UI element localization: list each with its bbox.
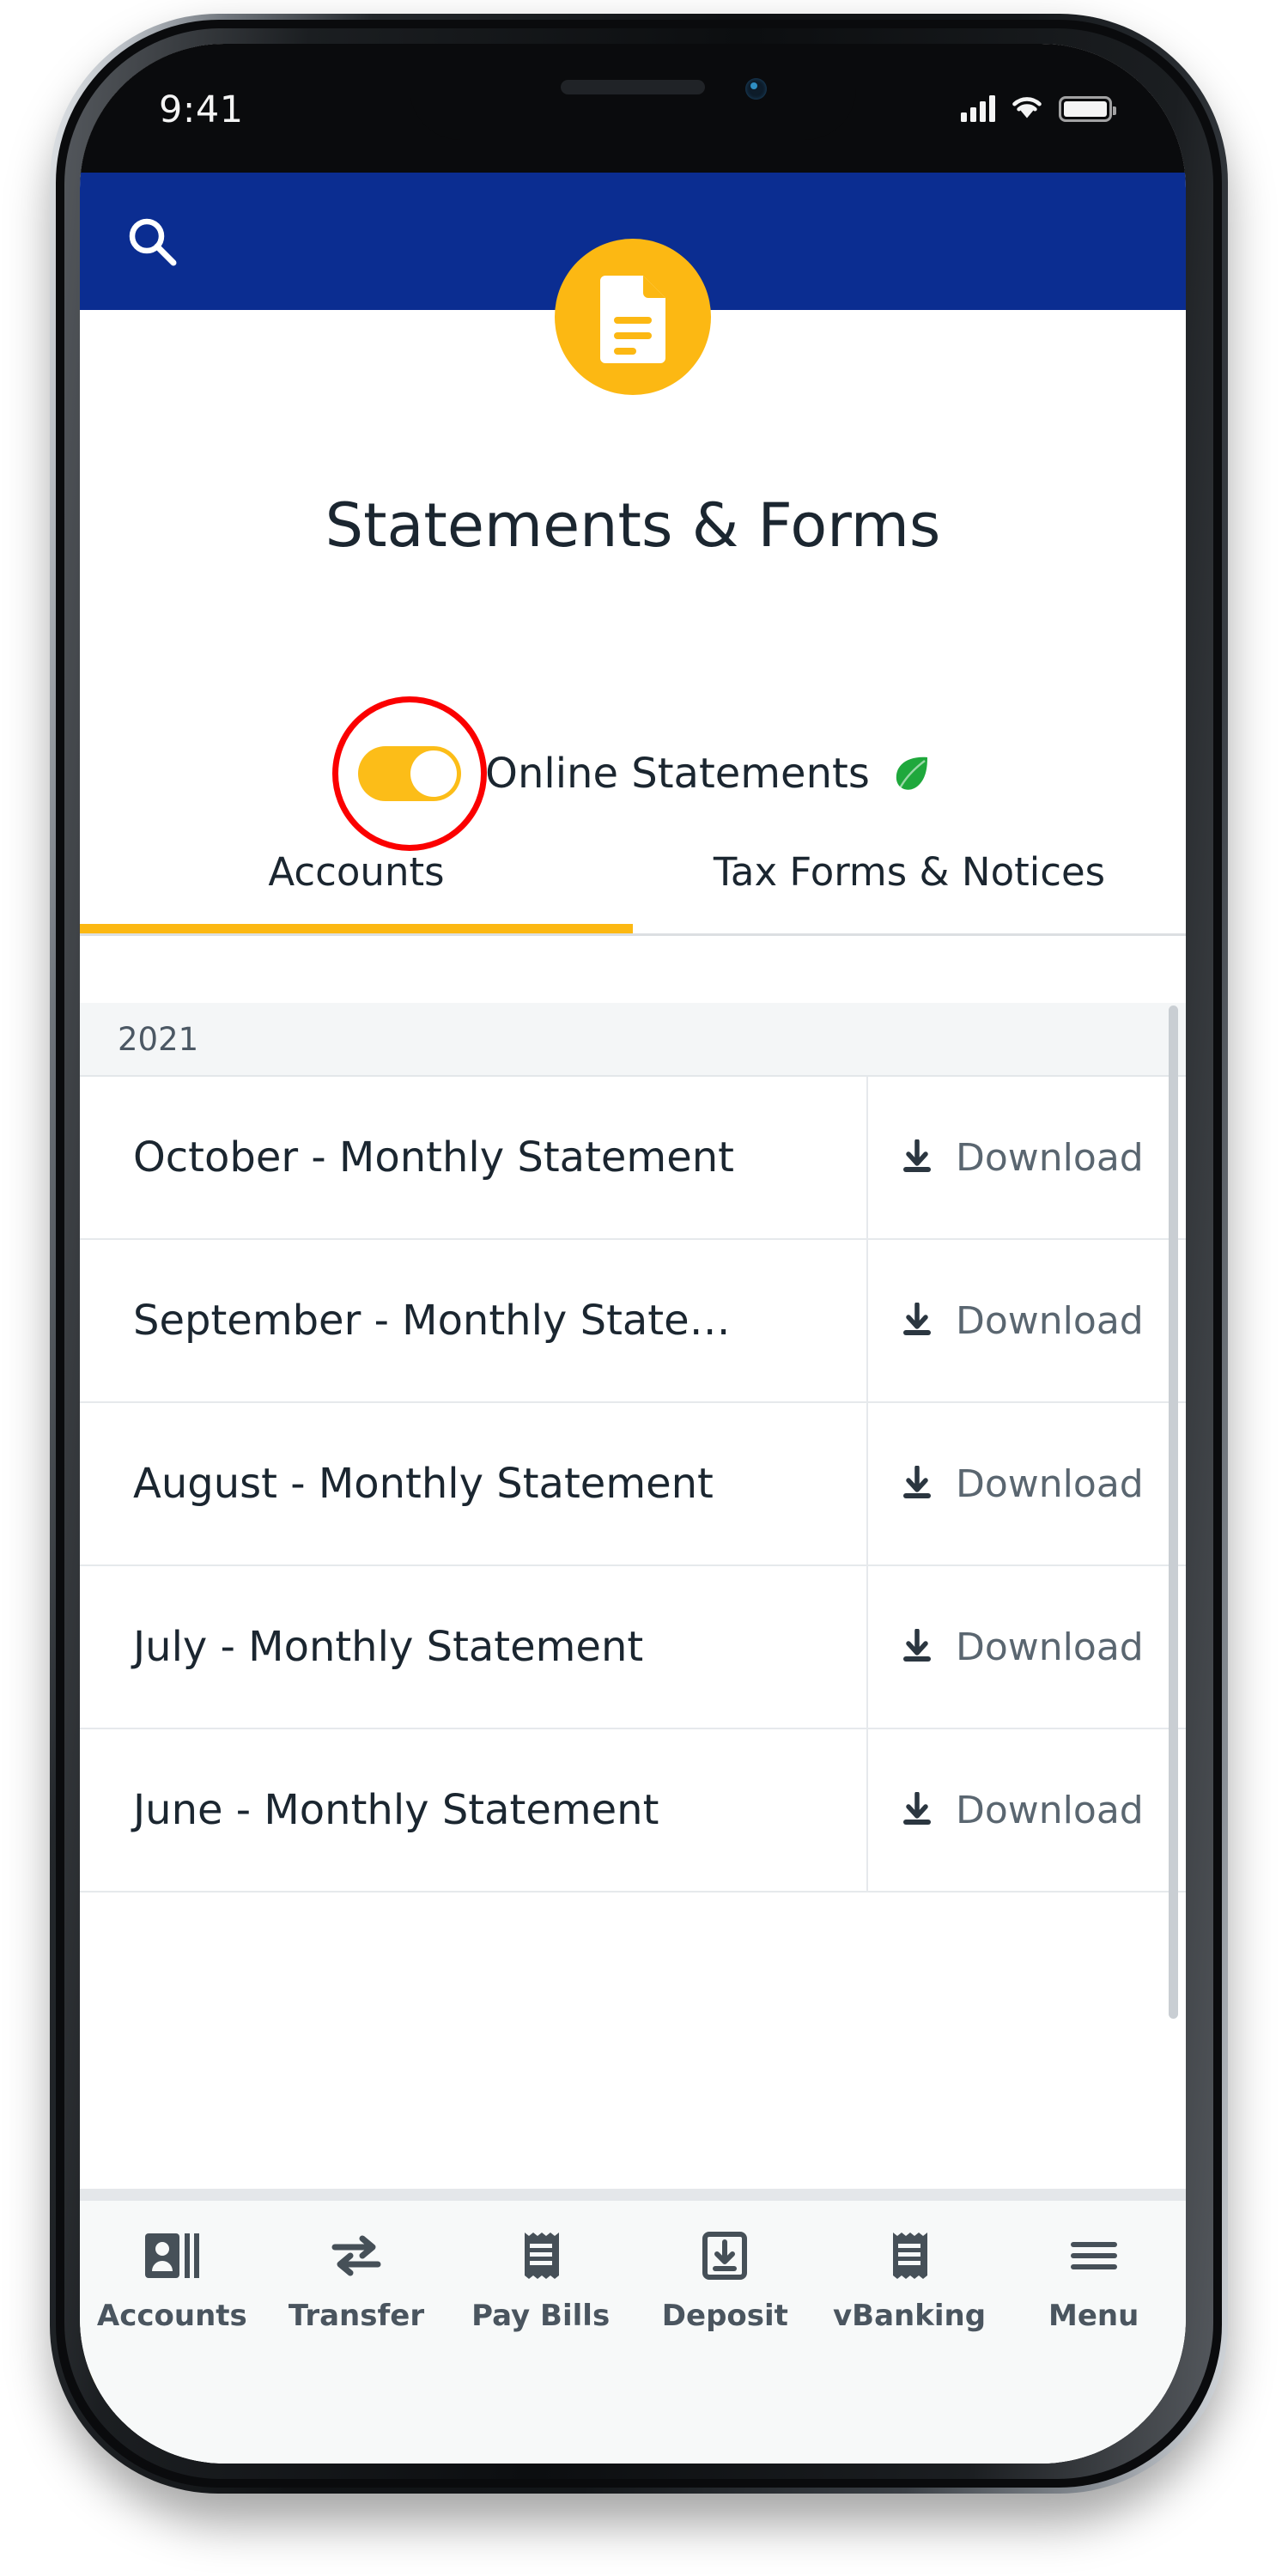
hamburger-menu-icon <box>1066 2230 1122 2285</box>
page-title: Statements & Forms <box>325 490 941 561</box>
download-label: Download <box>956 1625 1144 1669</box>
device-notch <box>410 44 856 140</box>
receipt-icon <box>513 2230 569 2285</box>
phone-body: 9:41 Statements & Forms Online Statement… <box>56 20 1222 2488</box>
statement-name: October - Monthly Statement <box>133 1133 734 1182</box>
statement-name: July - Monthly Statement <box>133 1623 644 1671</box>
tab-tax-forms-notices[interactable]: Tax Forms & Notices <box>633 842 1186 935</box>
download-icon <box>903 1466 931 1498</box>
tab-accounts[interactable]: Accounts <box>80 842 633 935</box>
online-statements-row: Online Statements <box>80 696 1186 851</box>
download-icon <box>903 1303 931 1335</box>
download-label: Download <box>956 1298 1144 1343</box>
statement-name: June - Monthly Statement <box>133 1786 659 1834</box>
download-link[interactable]: Download <box>866 1566 1186 1728</box>
nav-item-transfer[interactable]: Transfer <box>264 2230 449 2333</box>
status-indicators <box>961 94 1116 124</box>
statement-name: August - Monthly Statement <box>133 1460 714 1508</box>
phone-frame: 9:41 Statements & Forms Online Statement… <box>50 14 1228 2494</box>
table-row[interactable]: September - Monthly State… Download <box>80 1240 1186 1403</box>
front-camera <box>745 78 767 100</box>
download-link[interactable]: Download <box>866 1729 1186 1891</box>
download-icon <box>903 1792 931 1825</box>
scrollbar[interactable] <box>1169 1005 1178 2019</box>
battery-icon <box>1059 95 1116 122</box>
app-viewport: 9:41 Statements & Forms Online Statement… <box>80 44 1186 2464</box>
status-time: 9:41 <box>159 88 244 131</box>
nav-label-pay-bills: Pay Bills <box>471 2299 611 2333</box>
nav-item-accounts[interactable]: Accounts <box>80 2230 264 2333</box>
download-label: Download <box>956 1135 1144 1180</box>
download-link[interactable]: Download <box>866 1077 1186 1238</box>
download-link[interactable]: Download <box>866 1240 1186 1401</box>
nav-item-menu[interactable]: Menu <box>1001 2230 1186 2333</box>
nav-label-deposit: Deposit <box>661 2299 788 2333</box>
screenshot-stage: 9:41 Statements & Forms Online Statement… <box>0 0 1288 2576</box>
receipt-icon <box>881 2230 938 2285</box>
search-icon[interactable] <box>125 214 181 270</box>
table-row[interactable]: October - Monthly Statement Download <box>80 1077 1186 1240</box>
download-label: Download <box>956 1788 1144 1832</box>
table-row[interactable]: July - Monthly Statement Download <box>80 1566 1186 1729</box>
cellular-signal-icon <box>961 95 995 122</box>
nav-item-vbanking[interactable]: vBanking <box>817 2230 1002 2333</box>
list-top-gap <box>80 936 1186 1003</box>
download-label: Download <box>956 1461 1144 1506</box>
wifi-icon <box>1010 94 1044 124</box>
year-label: 2021 <box>118 1020 199 1058</box>
online-statements-label: Online Statements <box>485 750 870 798</box>
tab-accounts-label: Accounts <box>268 849 445 895</box>
year-group-header: 2021 <box>80 1003 1186 1077</box>
nav-label-transfer: Transfer <box>288 2299 425 2333</box>
statement-name: September - Monthly State… <box>133 1297 731 1345</box>
earpiece-speaker <box>561 80 705 94</box>
document-logo-icon <box>555 239 711 395</box>
nav-item-deposit[interactable]: Deposit <box>633 2230 817 2333</box>
nav-item-pay-bills[interactable]: Pay Bills <box>448 2230 633 2333</box>
table-row[interactable]: June - Monthly Statement Download <box>80 1729 1186 1893</box>
statement-tabs: Accounts Tax Forms & Notices <box>80 842 1186 935</box>
tab-tax-forms-notices-label: Tax Forms & Notices <box>713 849 1106 895</box>
toggle-highlight-circle <box>332 696 488 851</box>
nav-label-vbanking: vBanking <box>833 2299 987 2333</box>
nav-label-menu: Menu <box>1048 2299 1139 2333</box>
phone-screen: 9:41 Statements & Forms Online Statement… <box>80 44 1186 2464</box>
nav-label-accounts: Accounts <box>96 2299 247 2333</box>
transfer-arrows-icon <box>328 2230 385 2285</box>
deposit-box-icon <box>696 2230 753 2285</box>
online-statements-toggle[interactable] <box>358 746 462 801</box>
contact-card-icon <box>143 2230 200 2285</box>
bottom-navigation-bar: Accounts Transfer Pay Bills Deposit vBan… <box>80 2201 1186 2464</box>
download-icon <box>903 1139 931 1172</box>
toggle-knob <box>410 750 458 797</box>
leaf-icon <box>889 751 933 796</box>
download-icon <box>903 1629 931 1662</box>
download-link[interactable]: Download <box>866 1403 1186 1564</box>
table-row[interactable]: August - Monthly Statement Download <box>80 1403 1186 1566</box>
bottom-nav-divider <box>80 2189 1186 2201</box>
